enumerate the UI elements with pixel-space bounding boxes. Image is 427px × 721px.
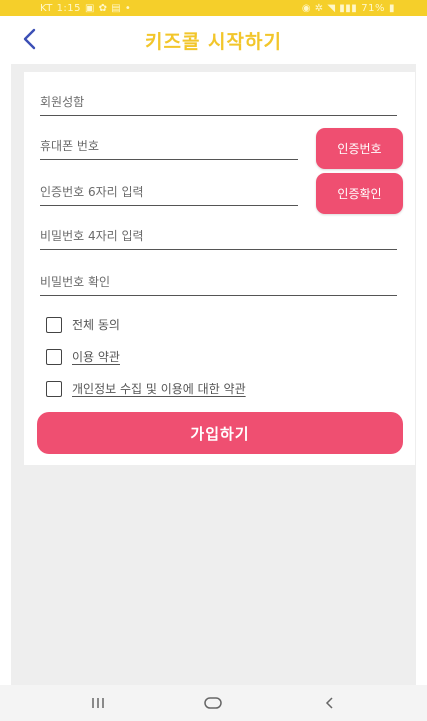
app-header: 키즈콜 시작하기 [0, 16, 427, 64]
home-button[interactable] [183, 685, 243, 721]
status-left: KT 1:15 ▣ ✿ ▤ • [40, 3, 131, 14]
home-icon [204, 697, 223, 709]
terms-of-use-checkbox[interactable] [46, 348, 62, 365]
privacy-terms-checkbox[interactable] [46, 380, 62, 397]
agree-all-label: 전체 동의 [72, 318, 120, 332]
terms-of-use-row[interactable]: 이용 약관 [46, 348, 120, 365]
code-field[interactable] [40, 178, 298, 206]
name-field[interactable] [40, 88, 397, 116]
password-confirm-field[interactable] [40, 268, 397, 296]
battery-icon: ▮ [388, 2, 395, 14]
signal-icons: ◉ ✲ ◥ ▮▮▮ [301, 2, 358, 14]
battery-level: 71% [361, 2, 385, 14]
terms-of-use-link[interactable]: 이용 약관 [72, 348, 120, 365]
recent-apps-icon [92, 698, 104, 708]
phone-field[interactable] [40, 132, 298, 160]
status-right: ◉ ✲ ◥ ▮▮▮ 71% ▮ [302, 3, 395, 14]
signup-form: 인증번호 인증확인 전체 동의 이용 약관 개인정보 수집 및 이용에 대한 약… [24, 72, 415, 465]
privacy-terms-link[interactable]: 개인정보 수집 및 이용에 대한 약관 [72, 380, 246, 397]
recent-apps-button[interactable] [68, 685, 128, 721]
carrier-time: KT 1:15 [40, 2, 82, 14]
code-input[interactable] [40, 185, 298, 199]
request-code-button[interactable]: 인증번호 [316, 128, 403, 169]
password-confirm-input[interactable] [40, 275, 397, 289]
password-field[interactable] [40, 222, 397, 250]
system-nav-bar [0, 685, 427, 721]
notification-icons: ▣ ✿ ▤ • [85, 2, 132, 14]
chevron-left-icon [23, 28, 36, 50]
verify-code-button[interactable]: 인증확인 [316, 173, 403, 214]
phone-input[interactable] [40, 139, 298, 153]
back-button[interactable] [14, 24, 44, 54]
name-input[interactable] [40, 95, 397, 109]
password-input[interactable] [40, 229, 397, 243]
back-icon [326, 697, 333, 709]
signup-button[interactable]: 가입하기 [37, 412, 403, 454]
page-title: 키즈콜 시작하기 [145, 30, 282, 53]
privacy-terms-row[interactable]: 개인정보 수집 및 이용에 대한 약관 [46, 380, 246, 397]
agree-all-checkbox[interactable] [46, 316, 62, 333]
agree-all-row[interactable]: 전체 동의 [46, 316, 120, 333]
status-bar: KT 1:15 ▣ ✿ ▤ • ◉ ✲ ◥ ▮▮▮ 71% ▮ [0, 0, 427, 16]
system-back-button[interactable] [299, 685, 359, 721]
